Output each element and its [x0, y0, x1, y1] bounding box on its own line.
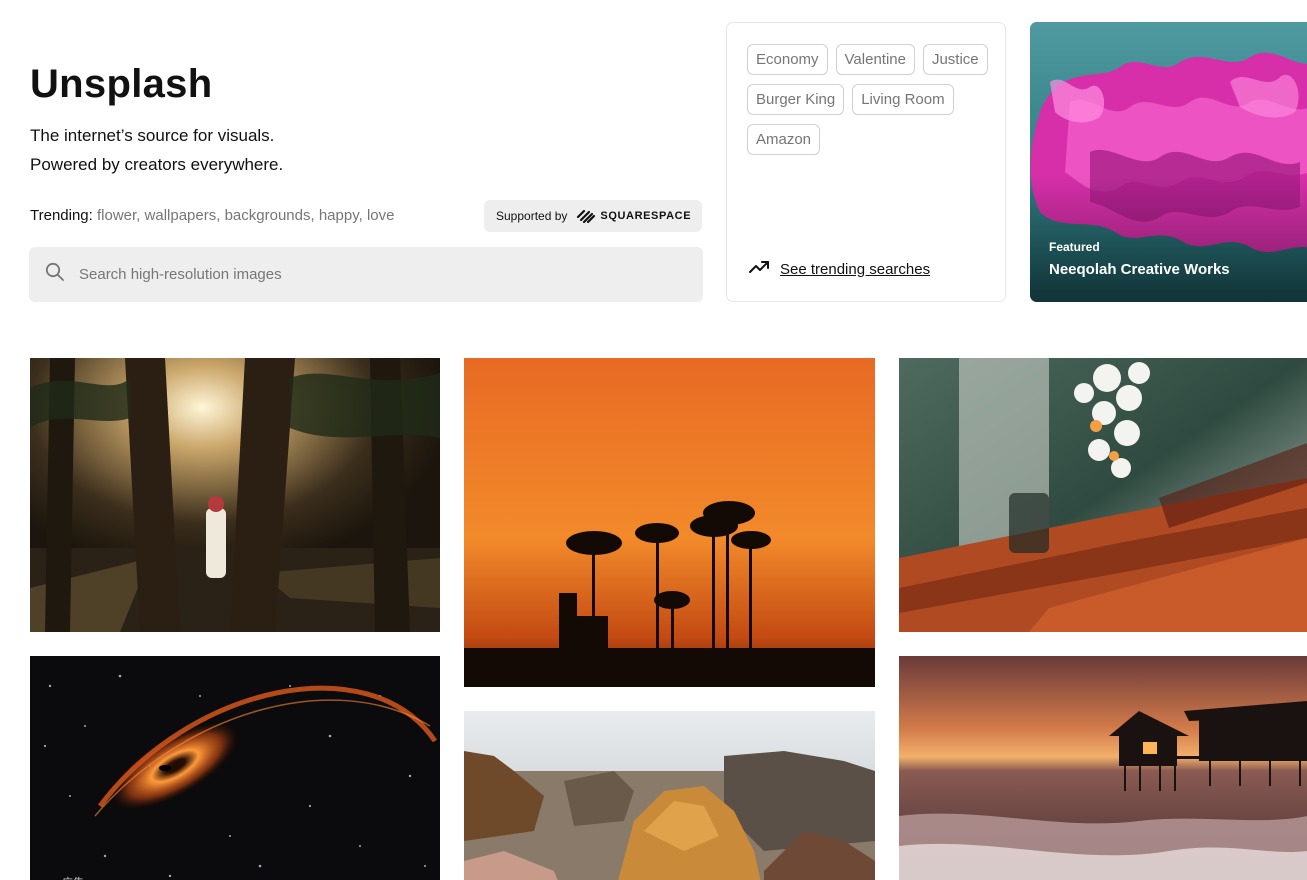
- tagline: The internet’s source for visuals. Power…: [30, 121, 283, 179]
- page-title: Unsplash: [30, 62, 213, 106]
- photo-orange-sunset: [464, 358, 875, 687]
- photo-tile[interactable]: 广告: [30, 656, 440, 880]
- photo-tile[interactable]: [464, 358, 875, 687]
- photo-tile[interactable]: [30, 358, 440, 632]
- trending-link-happy[interactable]: happy: [319, 207, 359, 224]
- sponsor-label: Supported by: [496, 209, 568, 223]
- chip-valentine[interactable]: Valentine: [835, 44, 915, 75]
- photo-tile[interactable]: [899, 358, 1307, 632]
- search-bar[interactable]: [29, 247, 703, 302]
- trending-link-wallpapers[interactable]: wallpapers: [145, 207, 217, 224]
- chip-burger-king[interactable]: Burger King: [747, 84, 845, 115]
- photo-desert-rocks: [464, 711, 875, 880]
- featured-creator-name[interactable]: Neeqolah Creative Works: [1049, 261, 1230, 278]
- trending-up-icon: [749, 260, 770, 278]
- sponsor-badge[interactable]: Supported by SQUARESPACE: [484, 200, 702, 232]
- search-input[interactable]: [79, 266, 639, 283]
- see-trending-row: See trending searches: [749, 260, 930, 278]
- photo-tile[interactable]: [899, 656, 1307, 880]
- search-icon[interactable]: [45, 262, 65, 287]
- featured-label: Featured: [1049, 240, 1100, 254]
- featured-image: [1030, 22, 1307, 302]
- chip-living-room[interactable]: Living Room: [852, 84, 954, 115]
- trending-link-flower[interactable]: flower: [97, 207, 136, 224]
- see-trending-link[interactable]: See trending searches: [780, 261, 930, 278]
- featured-card[interactable]: Featured Neeqolah Creative Works: [1030, 22, 1307, 302]
- trending-chips: Economy Valentine Justice Burger King Li…: [747, 44, 992, 155]
- trending-label: Trending:: [30, 207, 93, 224]
- sponsor-brand: SQUARESPACE: [600, 210, 692, 222]
- trending-link-backgrounds[interactable]: backgrounds: [225, 207, 311, 224]
- chip-justice[interactable]: Justice: [922, 44, 988, 75]
- trending-row: Trending: flower, wallpapers, background…: [30, 207, 394, 224]
- photo-radio-flowers: [899, 358, 1307, 632]
- ad-tag: 广告: [62, 874, 84, 880]
- tagline-line-2: Powered by creators everywhere.: [30, 155, 284, 174]
- trending-link-love[interactable]: love: [367, 207, 395, 224]
- photo-galaxy: [30, 656, 440, 880]
- photo-tile[interactable]: [464, 711, 875, 880]
- photo-palm-grove: [30, 358, 440, 632]
- chip-economy[interactable]: Economy: [747, 44, 828, 75]
- chip-amazon[interactable]: Amazon: [747, 124, 821, 155]
- trending-links: flower, wallpapers, backgrounds, happy, …: [96, 207, 395, 224]
- photo-ocean-sunset: [899, 656, 1307, 880]
- trending-searches-card: Economy Valentine Justice Burger King Li…: [726, 22, 1006, 302]
- tagline-line-1: The internet’s source for visuals.: [30, 126, 275, 145]
- squarespace-logo-icon: [576, 208, 596, 224]
